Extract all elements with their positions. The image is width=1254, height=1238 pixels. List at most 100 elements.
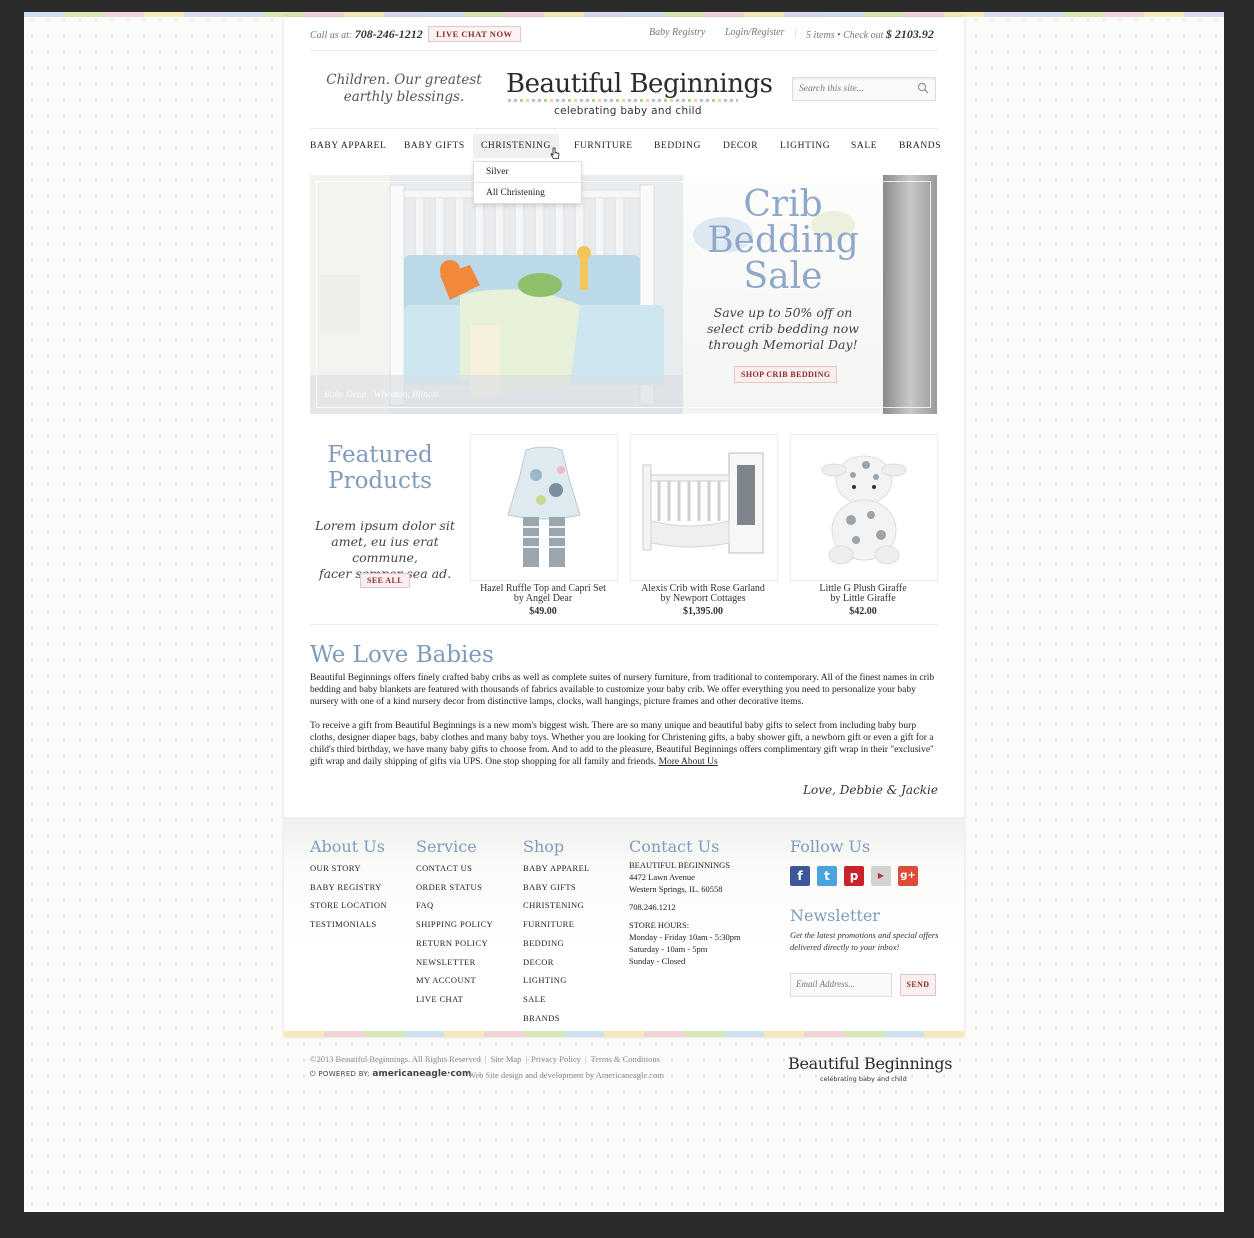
main-nav: BABY APPAREL BABY GIFTS CHRISTENING FURN…	[310, 134, 941, 162]
footer-link-christening[interactable]: CHRISTENING	[523, 896, 590, 915]
see-all-button[interactable]: SEE ALL	[360, 573, 410, 588]
footer-about-list: OUR STORY BABY REGISTRY STORE LOCATION T…	[310, 859, 387, 934]
footer-shop-list: BABY APPAREL BABY GIFTS CHRISTENING FURN…	[523, 859, 590, 1027]
footer-link-bedding[interactable]: BEDDING	[523, 934, 590, 953]
nav-baby-gifts[interactable]: BABY GIFTS	[404, 134, 465, 158]
nav-furniture[interactable]: FURNITURE	[574, 134, 633, 158]
google-plus-icon[interactable]: g+	[898, 866, 918, 886]
about-paragraph-text: To receive a gift from Beautiful Beginni…	[310, 721, 934, 767]
dropdown-item-all-christening[interactable]: All Christening	[474, 183, 581, 203]
hero-title: Crib Bedding Sale	[683, 187, 883, 295]
store-hours-line: Monday - Friday 10am - 5:30pm	[629, 932, 741, 942]
live-chat-button[interactable]: LIVE CHAT NOW	[428, 26, 521, 42]
footer-link-baby-apparel[interactable]: BABY APPAREL	[523, 859, 590, 878]
powered-by[interactable]: ⏻ POWERED BY: americaneagle·com	[310, 1069, 471, 1079]
hero-text-line: through Memorial Day!	[708, 337, 858, 352]
nav-bedding[interactable]: BEDDING	[654, 134, 701, 158]
product-image-outfit[interactable]	[470, 434, 618, 581]
footer-link-our-story[interactable]: OUR STORY	[310, 859, 387, 878]
search-icon[interactable]	[917, 82, 929, 94]
hero-banner[interactable]: Crib Bedding Sale Save up to 50% off on …	[310, 175, 937, 414]
footer-link-lighting[interactable]: LIGHTING	[523, 971, 590, 990]
email-field[interactable]	[790, 973, 892, 997]
product-image-giraffe[interactable]	[790, 434, 938, 581]
logo[interactable]: Beautiful Beginnings	[506, 69, 773, 99]
twitter-icon[interactable]: t	[817, 866, 837, 886]
baby-registry-link[interactable]: Baby Registry	[649, 27, 705, 38]
powered-by-brand: americaneagle·com	[372, 1069, 472, 1079]
store-hours-line: Sunday - Closed	[629, 956, 686, 966]
hero-text: Save up to 50% off on select crib beddin…	[683, 305, 883, 353]
youtube-icon[interactable]: ▶	[871, 866, 891, 886]
featured-title-line: Featured	[327, 442, 433, 468]
footer-link-furniture[interactable]: FURNITURE	[523, 915, 590, 934]
newsletter-text: Get the latest promotions and special of…	[790, 930, 939, 952]
featured-title-line: Products	[328, 468, 432, 494]
address-line: Western Springs, IL. 60558	[629, 884, 723, 894]
footer-link-brands[interactable]: BRANDS	[523, 1009, 590, 1028]
hero-text-line: select crib bedding now	[707, 321, 859, 336]
facebook-icon[interactable]: f	[790, 866, 810, 886]
nav-lighting[interactable]: LIGHTING	[780, 134, 830, 158]
terms-link[interactable]: Terms & Conditions	[591, 1054, 660, 1064]
privacy-policy-link[interactable]: Privacy Policy	[531, 1054, 581, 1064]
shop-crib-bedding-button[interactable]: SHOP CRIB BEDDING	[734, 366, 838, 383]
footer-link-store-location[interactable]: STORE LOCATION	[310, 896, 387, 915]
nav-baby-apparel[interactable]: BABY APPAREL	[310, 134, 386, 158]
nav-sale[interactable]: SALE	[851, 134, 877, 158]
product-card[interactable]: Alexis Crib with Rose Garland by Newport…	[629, 584, 777, 604]
phone-number: 708-246-1212	[354, 27, 423, 41]
nav-christening[interactable]: CHRISTENING	[473, 134, 559, 158]
footer-link-contact-us[interactable]: CONTACT US	[416, 859, 493, 878]
footer-shop-title: Shop	[523, 837, 565, 856]
company-name: BEAUTIFUL BEGINNINGS	[629, 860, 730, 870]
product-price: $42.00	[849, 606, 877, 617]
newsletter-title: Newsletter	[790, 906, 880, 925]
dropdown-item-silver[interactable]: Silver	[474, 162, 581, 183]
address-line: 4472 Lawn Avenue	[629, 872, 695, 882]
footer-service-title: Service	[416, 837, 477, 856]
footer-contact-title: Contact Us	[629, 837, 720, 856]
featured-text-line: amet, eu ius erat commune,	[331, 534, 439, 565]
call-us: Call us at: 708-246-1212	[310, 27, 423, 42]
footer-link-live-chat[interactable]: LIVE CHAT	[416, 990, 493, 1009]
web-design-credit[interactable]: Web Site design and development by Ameri…	[468, 1070, 664, 1080]
footer-link-baby-gifts[interactable]: BABY GIFTS	[523, 878, 590, 897]
footer-link-testimonials[interactable]: TESTIMONIALS	[310, 915, 387, 934]
product-image-crib[interactable]	[630, 434, 778, 581]
product-price: $49.00	[529, 606, 557, 617]
footer-link-newsletter[interactable]: NEWSLETTER	[416, 953, 493, 972]
more-about-us-link[interactable]: More About Us	[659, 757, 718, 767]
footer-link-sale[interactable]: SALE	[523, 990, 590, 1009]
login-register-link[interactable]: Login/Register	[725, 27, 784, 38]
signature: Love, Debbie & Jackie	[803, 783, 938, 797]
hero-title-line: Bedding	[707, 220, 859, 261]
search-input[interactable]	[793, 79, 915, 99]
store-hours-line: Saturday - 10am - 5pm	[629, 944, 708, 954]
nav-brands[interactable]: BRANDS	[899, 134, 941, 158]
pinterest-icon[interactable]: p	[844, 866, 864, 886]
site-map-link[interactable]: Site Map	[490, 1054, 521, 1064]
cart-items: 5 items	[806, 30, 835, 41]
divider	[310, 50, 938, 51]
cart-summary[interactable]: 5 items • Check out $ 2103.92	[806, 27, 934, 42]
copyright-text: ©2013 Beautiful Beginnings. All Rights R…	[310, 1054, 481, 1064]
product-card[interactable]: Hazel Ruffle Top and Capri Set by Angel …	[469, 584, 617, 604]
send-button[interactable]: SEND	[900, 974, 936, 996]
product-card[interactable]: Little G Plush Giraffe by Little Giraffe	[789, 584, 937, 604]
footer-about-title: About Us	[310, 837, 385, 856]
about-title: We Love Babies	[310, 642, 494, 668]
search-box[interactable]	[792, 77, 936, 101]
footer-link-decor[interactable]: DECOR	[523, 953, 590, 972]
footer-link-order-status[interactable]: ORDER STATUS	[416, 878, 493, 897]
footer-link-faq[interactable]: FAQ	[416, 896, 493, 915]
footer-link-shipping-policy[interactable]: SHIPPING POLICY	[416, 915, 493, 934]
footer-link-my-account[interactable]: MY ACCOUNT	[416, 971, 493, 990]
email-input[interactable]	[791, 974, 891, 994]
footer-link-baby-registry[interactable]: BABY REGISTRY	[310, 878, 387, 897]
hero-text-line: Save up to 50% off on	[713, 305, 853, 320]
nav-decor[interactable]: DECOR	[723, 134, 758, 158]
footer-logo[interactable]: Beautiful Beginnings	[788, 1054, 952, 1073]
power-icon: ⏻	[310, 1070, 316, 1078]
footer-link-return-policy[interactable]: RETURN POLICY	[416, 934, 493, 953]
